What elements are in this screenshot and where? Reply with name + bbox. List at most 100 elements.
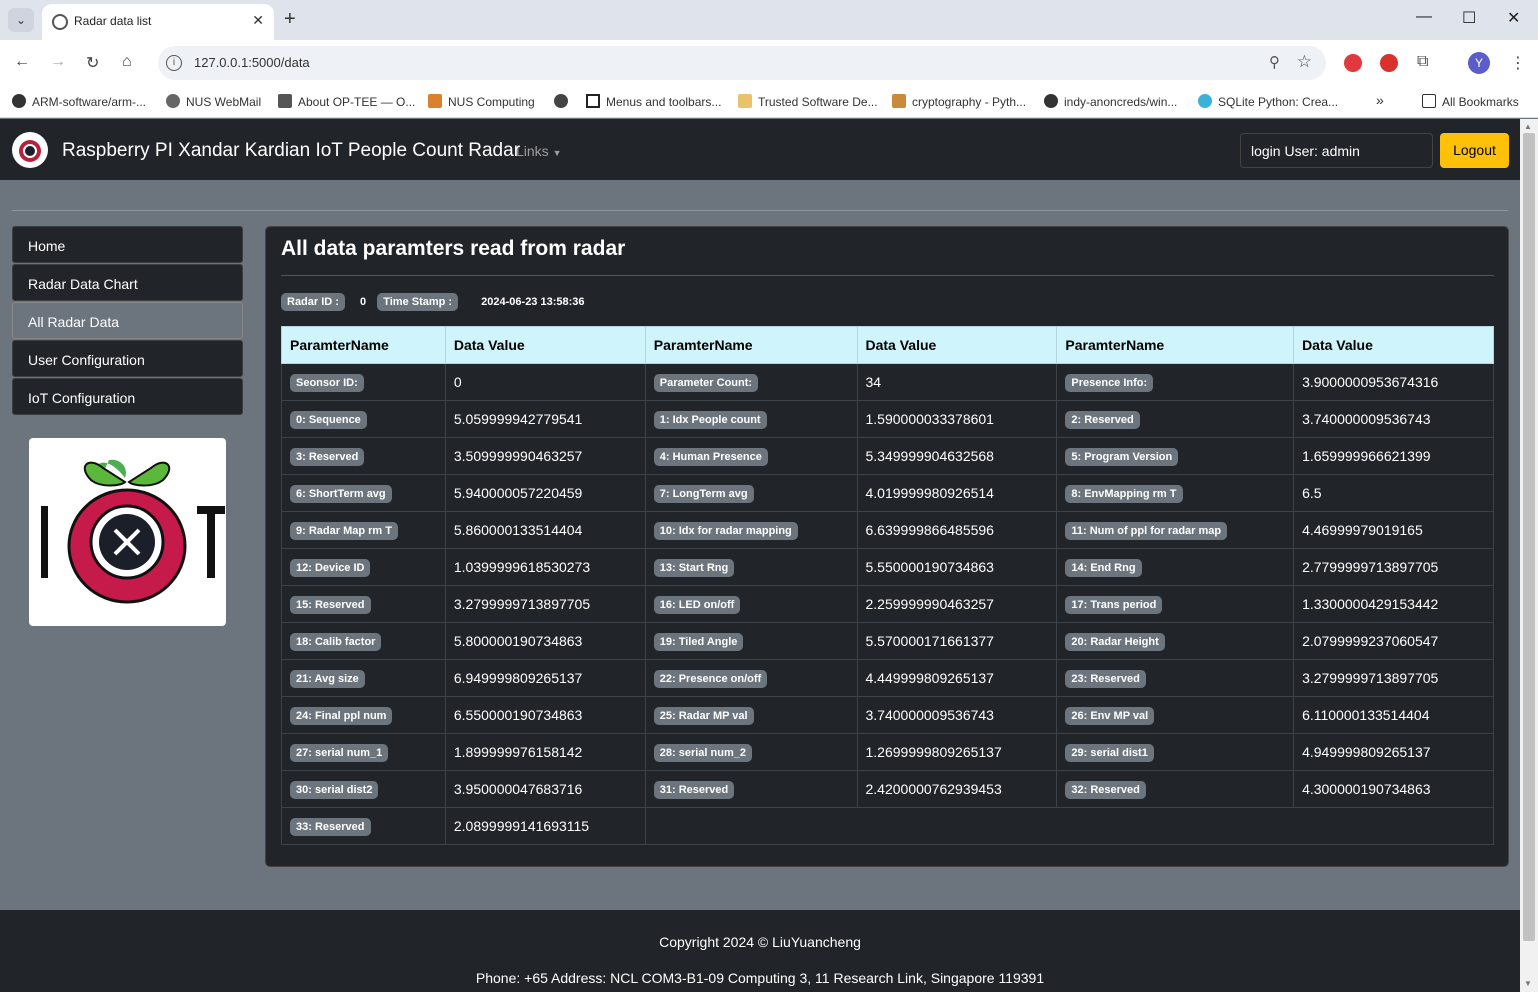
radar-id-badge: Radar ID : [281, 293, 345, 311]
param-name-badge: 15: Reserved [290, 595, 371, 614]
bookmark-item[interactable] [554, 94, 574, 109]
sidebar-item-all-radar-data[interactable]: All Radar Data [12, 302, 243, 339]
browser-menu-icon[interactable]: ⋮ [1510, 53, 1526, 73]
tab-title: Radar data list [74, 14, 152, 28]
brand-title[interactable]: Raspberry PI Xandar Kardian IoT People C… [62, 140, 520, 162]
param-name-badge: 22: Presence on/off [653, 669, 768, 688]
sidebar-item-iot-configuration[interactable]: IoT Configuration [12, 378, 243, 415]
param-value-cell: 1.899999976158142 [444, 733, 646, 771]
bookmark-item[interactable]: NUS WebMail [166, 94, 261, 109]
iot-logo-card [29, 438, 226, 626]
param-value-cell: 2.7799999713897705 [1293, 548, 1494, 586]
scroll-up-icon[interactable]: ▲ [1524, 122, 1532, 131]
profile-avatar[interactable]: Y [1468, 52, 1490, 74]
brand-logo[interactable] [12, 132, 48, 168]
param-name-badge: Parameter Count: [653, 373, 759, 392]
param-name-badge: 29: serial dist1 [1065, 743, 1154, 762]
param-name-badge: 16: LED on/off [653, 595, 741, 614]
param-value-cell: 3.950000047683716 [444, 770, 646, 808]
minimize-button[interactable]: — [1416, 8, 1432, 26]
param-value-cell: 5.800000190734863 [444, 622, 646, 660]
sidebar-item-user-configuration[interactable]: User Configuration [12, 340, 243, 377]
param-name-cell: 23: Reserved [1056, 659, 1295, 697]
bookmark-label: NUS WebMail [186, 95, 262, 109]
table-row: 33: Reserved 2.0899999141693115 [281, 807, 1495, 845]
param-name-cell: 0: Sequence [281, 400, 446, 438]
param-name-cell: 30: serial dist2 [281, 770, 446, 808]
close-tab-icon[interactable]: ✕ [252, 12, 264, 29]
scroll-down-icon[interactable]: ▼ [1524, 979, 1532, 988]
param-value-cell: 2.0799999237060547 [1293, 622, 1494, 660]
bookmark-item[interactable]: SQLite Python: Crea... [1198, 94, 1338, 109]
radar-data-card: All data paramters read from radar Radar… [265, 226, 1509, 867]
extensions-puzzle-icon[interactable]: ⧉ [1417, 53, 1428, 71]
maximize-button[interactable]: ☐ [1462, 8, 1476, 28]
param-value-cell: 4.019999980926514 [856, 474, 1058, 512]
param-name-cell: 18: Calib factor [281, 622, 446, 660]
back-icon[interactable]: ← [14, 53, 30, 71]
more-bookmarks-icon[interactable]: » [1376, 92, 1384, 108]
sidebar-item-home[interactable]: Home [12, 226, 243, 263]
login-user-display: login User: admin [1240, 133, 1433, 168]
param-name-badge: 25: Radar MP val [653, 706, 754, 725]
timestamp-value: 2024-06-23 13:58:36 [481, 296, 585, 308]
param-value-cell: 5.860000133514404 [444, 511, 646, 549]
bookmarks-bar: ARM-software/arm-... NUS WebMail About O… [0, 86, 1538, 118]
new-tab-button[interactable]: + [284, 8, 296, 31]
all-bookmarks[interactable]: All Bookmarks [1422, 94, 1519, 109]
param-name-cell: 16: LED on/off [644, 585, 858, 623]
param-name-cell: Seonsor ID: [281, 363, 446, 401]
divider [12, 210, 1508, 211]
contact-text: Phone: +65 Address: NCL COM3-B1-09 Compu… [475, 970, 1045, 986]
param-value-cell: 6.639999866485596 [856, 511, 1058, 549]
param-name-cell: 24: Final ppl num [281, 696, 446, 734]
url-text: 127.0.0.1:5000/data [194, 55, 310, 70]
bookmark-item[interactable]: Trusted Software De... [738, 94, 878, 109]
home-icon[interactable]: ⌂ [122, 53, 132, 71]
page-scrollbar[interactable]: ▲ ▼ [1520, 119, 1538, 992]
folder-icon [1422, 94, 1436, 108]
browser-tab[interactable]: Radar data list ✕ [42, 4, 274, 40]
globe-icon [554, 94, 568, 108]
bookmark-item[interactable]: About OP-TEE — O... [278, 94, 415, 109]
param-name-cell: 10: Idx for radar mapping [644, 511, 858, 549]
links-dropdown[interactable]: Links ▼ [516, 143, 562, 159]
crypto-icon [892, 94, 906, 108]
forward-icon[interactable]: → [50, 53, 66, 71]
tab-search-button[interactable]: ⌄ [8, 8, 34, 32]
param-value-cell: 3.740000009536743 [1293, 400, 1494, 438]
extension-icon[interactable] [1380, 54, 1398, 72]
column-header: ParamterName [281, 326, 446, 364]
param-name-cell: 15: Reserved [281, 585, 446, 623]
bookmark-item[interactable]: ARM-software/arm-... [12, 94, 146, 109]
bookmark-label: NUS Computing [448, 95, 535, 109]
scrollbar-thumb[interactable] [1523, 133, 1535, 941]
bookmark-item[interactable]: NUS Computing [428, 94, 535, 109]
table-row: 12: Device ID 1.0399999618530273 13: Start… [281, 548, 1494, 586]
param-name-badge: 6: ShortTerm avg [290, 484, 392, 503]
param-name-badge: 9: Radar Map rm T [290, 521, 398, 540]
zoom-icon[interactable]: ⚲ [1269, 53, 1280, 71]
site-info-icon[interactable]: i [166, 55, 182, 71]
timestamp-badge: Time Stamp : [377, 293, 459, 311]
bookmark-label: cryptography - Pyth... [912, 95, 1027, 109]
param-value-cell: 1.590000033378601 [856, 400, 1058, 438]
param-name-cell: 4: Human Presence [644, 437, 858, 475]
reload-icon[interactable]: ↻ [86, 53, 99, 73]
close-window-button[interactable]: ✕ [1507, 8, 1520, 28]
param-name-cell: Presence Info: [1056, 363, 1295, 401]
bookmark-star-icon[interactable]: ☆ [1297, 52, 1312, 72]
bookmark-item[interactable]: Menus and toolbars... [586, 94, 721, 109]
param-value-cell: 5.059999942779541 [444, 400, 646, 438]
footer: Copyright 2024 © LiuYuancheng Phone: +65… [0, 910, 1520, 992]
sidebar-item-radar-data-chart[interactable]: Radar Data Chart [12, 264, 243, 301]
bookmark-item[interactable]: cryptography - Pyth... [892, 94, 1026, 109]
param-name-badge: 5: Program Version [1065, 447, 1179, 466]
logout-button[interactable]: Logout [1440, 133, 1509, 168]
browser-tab-bar: ⌄ Radar data list ✕ + — ☐ ✕ [0, 0, 1538, 40]
bookmark-item[interactable]: indy-anoncreds/win... [1044, 94, 1177, 109]
param-name-badge: 10: Idx for radar mapping [653, 521, 798, 540]
param-name-cell: 20: Radar Height [1056, 622, 1295, 660]
extension-icon[interactable] [1344, 54, 1362, 72]
url-input[interactable]: i 127.0.0.1:5000/data ⚲ ☆ [158, 46, 1326, 80]
